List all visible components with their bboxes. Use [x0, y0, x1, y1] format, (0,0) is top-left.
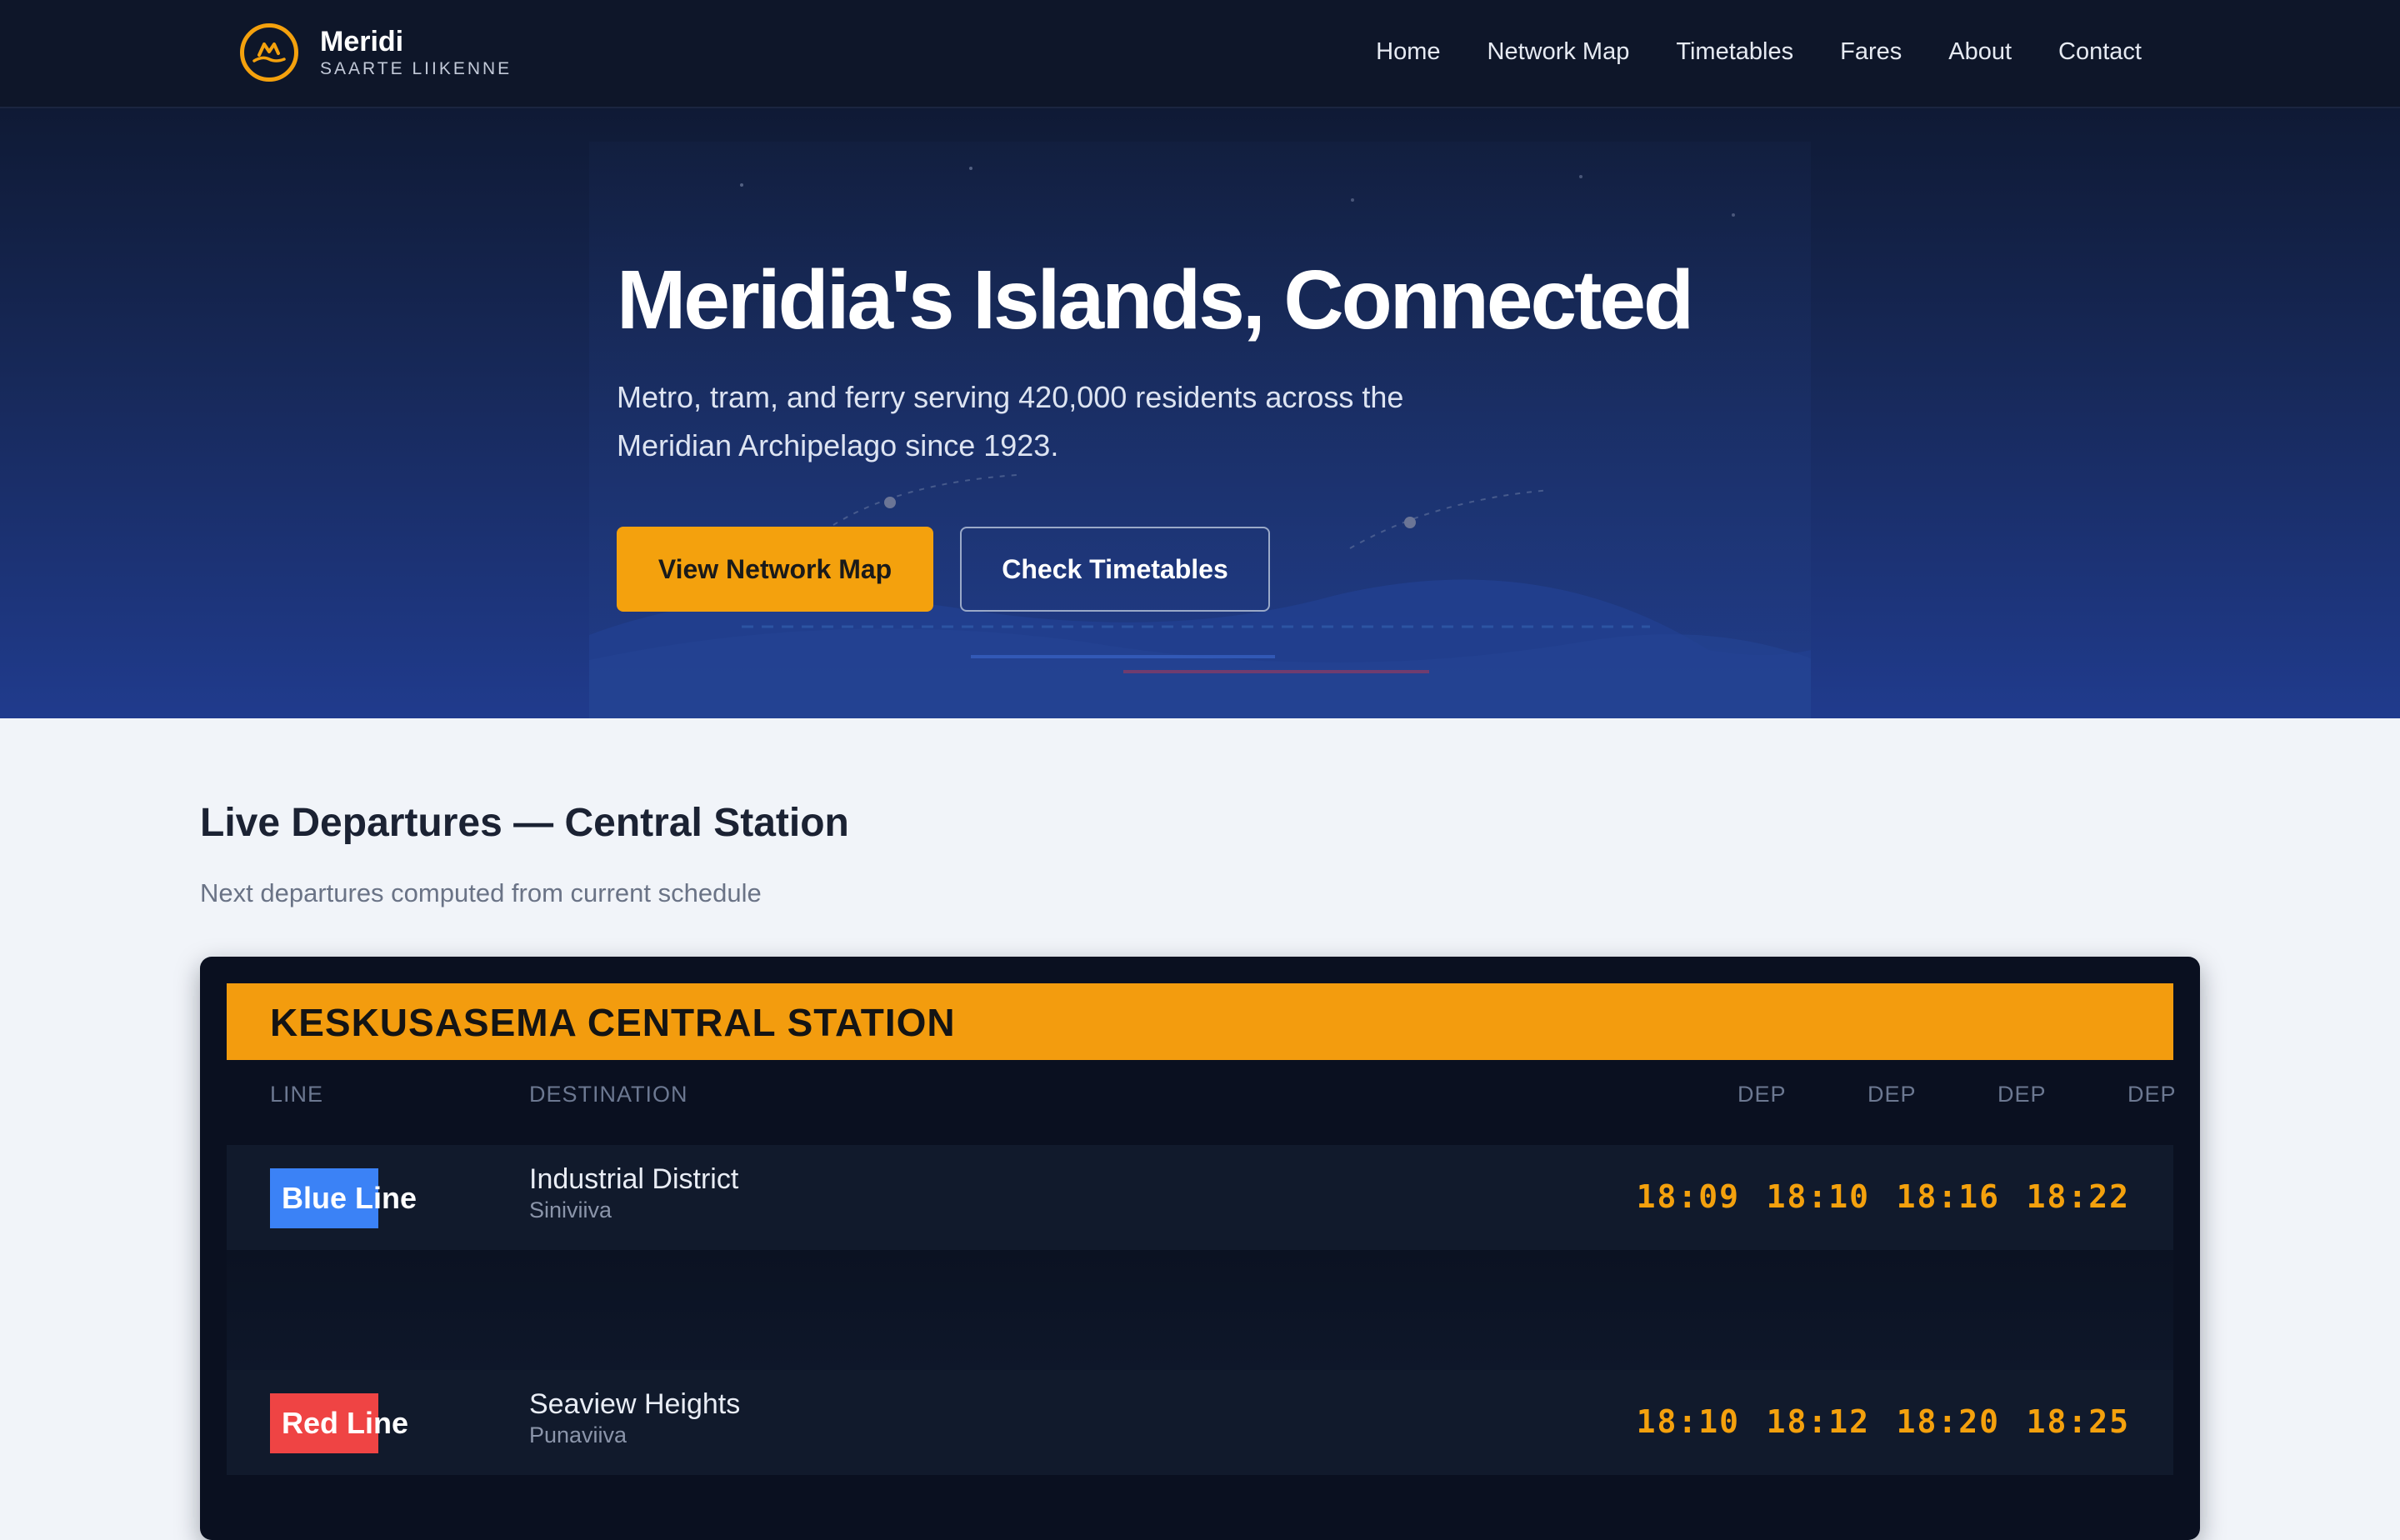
- row-spacer: [227, 1250, 2173, 1370]
- destination-name: Industrial District: [529, 1163, 739, 1195]
- main-nav: Home Network Map Timetables Fares About …: [1376, 35, 2142, 68]
- departures-subtitle: Next departures computed from current sc…: [200, 878, 762, 908]
- hero-title: Meridia's Islands, Connected: [617, 253, 1694, 347]
- site-header: Meridi SAARTE LIIKENNE Home Network Map …: [0, 0, 2400, 108]
- nav-network-map[interactable]: Network Map: [1488, 35, 1630, 68]
- departure-time: 18:09: [1636, 1178, 1740, 1215]
- nav-about[interactable]: About: [1948, 35, 2012, 68]
- column-destination: DESTINATION: [529, 1082, 688, 1107]
- check-timetables-button[interactable]: Check Timetables: [960, 527, 1270, 612]
- column-dep-1: DEP: [1738, 1082, 1787, 1107]
- column-dep-3: DEP: [1998, 1082, 2047, 1107]
- line-badge: Red Line: [270, 1393, 408, 1453]
- destination-local-name: Siniviiva: [529, 1198, 612, 1222]
- nav-home[interactable]: Home: [1376, 35, 1440, 68]
- departure-board: KESKUSASEMA CENTRAL STATION LINE DESTINA…: [200, 957, 2200, 1540]
- departure-time: 18:12: [1766, 1403, 1870, 1440]
- brand-subtitle: SAARTE LIIKENNE: [320, 59, 512, 78]
- line-name: Blue Line: [282, 1181, 418, 1215]
- hero-section: Meridia's Islands, Connected Metro, tram…: [0, 108, 2400, 718]
- column-line: LINE: [270, 1082, 324, 1107]
- view-network-map-button[interactable]: View Network Map: [617, 527, 933, 612]
- board-header: KESKUSASEMA CENTRAL STATION: [227, 983, 2173, 1060]
- departure-times: 18:10 18:12 18:20 18:25: [1635, 1398, 2130, 1445]
- board-column-headers: LINE DESTINATION DEP DEP DEP DEP: [227, 1073, 2176, 1115]
- brand[interactable]: Meridi SAARTE LIIKENNE: [240, 23, 512, 82]
- column-dep-2: DEP: [1868, 1082, 1917, 1107]
- departure-time: 18:20: [1896, 1403, 2000, 1440]
- departure-time: 18:10: [1636, 1403, 1740, 1440]
- nav-contact[interactable]: Contact: [2058, 35, 2142, 68]
- destination: Seaview Heights Punaviiva: [529, 1387, 740, 1448]
- hero-lead: Metro, tram, and ferry serving 420,000 r…: [617, 380, 1404, 462]
- destination-name: Seaview Heights: [529, 1388, 741, 1420]
- departure-row-blue-line[interactable]: Blue Line Industrial District Siniviiva …: [227, 1145, 2173, 1250]
- destination: Industrial District Siniviiva: [529, 1162, 738, 1223]
- board-title: KESKUSASEMA CENTRAL STATION: [270, 1001, 956, 1044]
- nav-timetables[interactable]: Timetables: [1676, 35, 1793, 68]
- departures-title: Live Departures — Central Station: [200, 801, 849, 845]
- departure-time: 18:10: [1766, 1178, 1870, 1215]
- departure-row-red-line[interactable]: Red Line Seaview Heights Punaviiva 18:10…: [227, 1370, 2173, 1475]
- nav-fares[interactable]: Fares: [1840, 35, 1902, 68]
- departure-time: 18:25: [2026, 1403, 2130, 1440]
- mountain-wave-logo-icon: [240, 23, 298, 82]
- departure-times: 18:09 18:10 18:16 18:22: [1635, 1173, 2130, 1220]
- departure-time: 18:16: [1896, 1178, 2000, 1215]
- line-badge: Blue Line: [270, 1168, 417, 1228]
- line-name: Red Line: [282, 1406, 409, 1440]
- brand-name: Meridi: [320, 26, 404, 58]
- destination-local-name: Punaviiva: [529, 1422, 628, 1448]
- column-dep-4: DEP: [2128, 1082, 2177, 1107]
- departure-time: 18:22: [2026, 1178, 2130, 1215]
